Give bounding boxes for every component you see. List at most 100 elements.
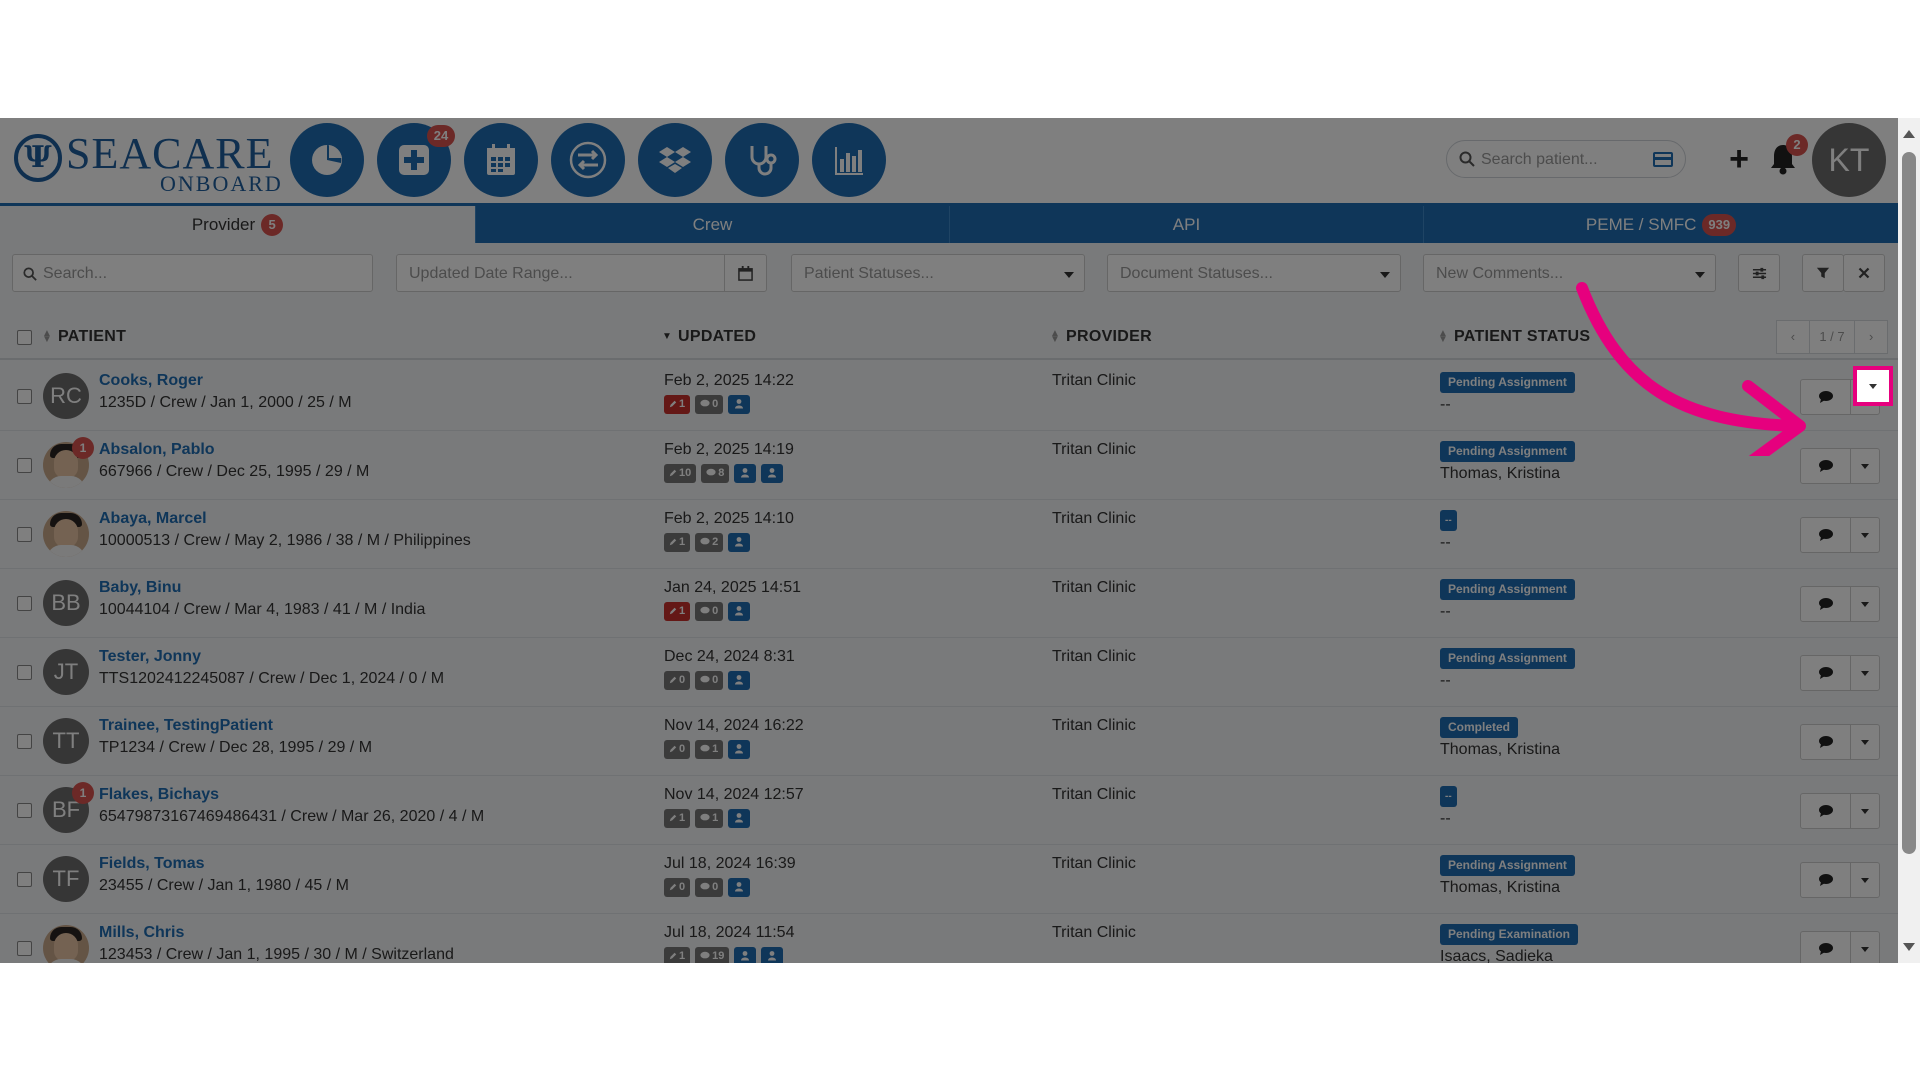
comments-chip[interactable]: 2 <box>695 533 724 552</box>
assigned-user-chip[interactable] <box>728 533 751 552</box>
comments-chip[interactable]: 0 <box>695 878 724 897</box>
row-checkbox[interactable] <box>17 803 32 818</box>
table-row[interactable]: TF Fields, Tomas 23455 / Crew / Jan 1, 198… <box>0 845 1898 914</box>
assigned-user-chip[interactable] <box>728 671 751 690</box>
message-button[interactable] <box>1801 794 1851 828</box>
comments-chip[interactable]: 0 <box>695 671 724 690</box>
nav-dropbox-button[interactable] <box>638 123 712 197</box>
table-row[interactable]: Mills, Chris 123453 / Crew / Jan 1, 1995 … <box>0 914 1898 963</box>
assigned-user-chip[interactable] <box>728 395 751 414</box>
assigned-user-chip[interactable] <box>728 809 751 828</box>
assigned-user-chip[interactable] <box>761 947 784 963</box>
row-checkbox[interactable] <box>17 458 32 473</box>
avatar[interactable]: TF <box>43 856 89 902</box>
table-row[interactable]: TT Trainee, TestingPatient TP1234 / Crew /… <box>0 707 1898 776</box>
patient-name-link[interactable]: Absalon, Pablo <box>99 441 215 459</box>
documents-chip[interactable]: 0 <box>664 878 691 897</box>
scrollbar-thumb[interactable] <box>1902 152 1916 854</box>
date-range-field[interactable]: Updated Date Range... <box>396 254 767 292</box>
row-actions-dropdown[interactable] <box>1851 587 1879 621</box>
column-header-provider[interactable]: ▲ ▼ PROVIDER <box>1050 328 1152 346</box>
patient-name-link[interactable]: Flakes, Bichays <box>99 786 219 804</box>
vertical-scrollbar[interactable] <box>1898 118 1920 963</box>
message-button[interactable] <box>1801 656 1851 690</box>
row-checkbox[interactable] <box>17 389 32 404</box>
documents-chip[interactable]: 0 <box>664 671 691 690</box>
patient-name-link[interactable]: Baby, Binu <box>99 579 181 597</box>
documents-chip[interactable]: 1 <box>664 809 691 828</box>
row-actions-dropdown[interactable] <box>1851 449 1879 483</box>
table-row[interactable]: BF 1 Flakes, Bichays 654798731674694864​31 … <box>0 776 1898 845</box>
table-row[interactable]: RC Cooks, Roger 1235D / Crew / Jan 1, 2000… <box>0 362 1898 431</box>
patient-search-box[interactable] <box>1446 140 1686 178</box>
avatar[interactable]: RC <box>43 373 89 419</box>
column-settings-button[interactable] <box>1738 254 1780 292</box>
assigned-user-chip[interactable] <box>728 602 751 621</box>
message-button[interactable] <box>1801 725 1851 759</box>
nav-calendar-button[interactable] <box>464 123 538 197</box>
assigned-user-chip[interactable] <box>734 464 757 483</box>
comments-chip[interactable]: 8 <box>701 464 730 483</box>
nav-add-record-button[interactable]: 24 <box>377 123 455 197</box>
message-button[interactable] <box>1801 380 1851 414</box>
patient-name-link[interactable]: Abaya, Marcel <box>99 510 207 528</box>
tab-crew[interactable]: Crew <box>476 206 950 243</box>
documents-chip[interactable]: 1 <box>664 395 691 414</box>
comments-chip[interactable]: 0 <box>695 395 724 414</box>
patient-name-link[interactable]: Cooks, Roger <box>99 372 203 390</box>
comments-chip[interactable]: 19 <box>695 947 730 963</box>
patient-name-link[interactable]: Mills, Chris <box>99 924 184 942</box>
patient-name-link[interactable]: Fields, Tomas <box>99 855 205 873</box>
row-checkbox[interactable] <box>17 596 32 611</box>
row-checkbox[interactable] <box>17 665 32 680</box>
documents-chip[interactable]: 0 <box>664 740 691 759</box>
table-row[interactable]: JT Tester, Jonny TTS1202412245087 / Crew /… <box>0 638 1898 707</box>
comments-chip[interactable]: 1 <box>695 809 724 828</box>
row-actions-dropdown-highlighted[interactable] <box>1853 366 1893 406</box>
new-comments-select[interactable]: New Comments... <box>1423 254 1716 292</box>
table-row[interactable]: BB Baby, Binu 10044104 / Crew / Mar 4, 198… <box>0 569 1898 638</box>
message-button[interactable] <box>1801 518 1851 552</box>
row-checkbox[interactable] <box>17 941 32 956</box>
row-actions-dropdown[interactable] <box>1851 725 1879 759</box>
row-checkbox[interactable] <box>17 527 32 542</box>
documents-chip[interactable]: 1 <box>664 947 691 963</box>
add-icon[interactable]: + <box>1724 142 1754 176</box>
clear-filters-button[interactable] <box>1843 254 1885 292</box>
patient-search-input[interactable] <box>1481 147 1641 173</box>
documents-chip[interactable]: 1 <box>664 533 691 552</box>
nav-transfer-button[interactable] <box>551 123 625 197</box>
table-row[interactable]: 1 Absalon, Pablo 667966 / Crew / Dec 25, 1… <box>0 431 1898 500</box>
scroll-up-icon[interactable] <box>1903 130 1915 138</box>
row-actions-dropdown[interactable] <box>1851 656 1879 690</box>
nav-stethoscope-button[interactable] <box>725 123 799 197</box>
tab-api[interactable]: API <box>950 206 1424 243</box>
documents-chip[interactable]: 10 <box>664 464 697 483</box>
user-avatar[interactable]: KT <box>1812 123 1886 197</box>
column-header-status[interactable]: ▲ ▼ PATIENT STATUS <box>1438 328 1590 346</box>
assigned-user-chip[interactable] <box>728 878 751 897</box>
row-actions-dropdown[interactable] <box>1851 932 1879 963</box>
row-actions-dropdown[interactable] <box>1851 518 1879 552</box>
select-all-checkbox[interactable] <box>17 330 32 345</box>
avatar[interactable] <box>43 511 89 557</box>
documents-chip[interactable]: 1 <box>664 602 691 621</box>
row-actions-dropdown[interactable] <box>1851 863 1879 897</box>
message-button[interactable] <box>1801 932 1851 963</box>
message-button[interactable] <box>1801 449 1851 483</box>
document-status-select[interactable]: Document Statuses... <box>1107 254 1401 292</box>
comments-chip[interactable]: 1 <box>695 740 724 759</box>
avatar[interactable]: BB <box>43 580 89 626</box>
avatar[interactable]: JT <box>43 649 89 695</box>
row-checkbox[interactable] <box>17 872 32 887</box>
previous-page-button[interactable]: ‹ <box>1777 321 1810 353</box>
table-search-field[interactable]: Search... <box>12 254 373 292</box>
avatar[interactable] <box>43 925 89 963</box>
row-checkbox[interactable] <box>17 734 32 749</box>
notifications-button[interactable]: 2 <box>1768 134 1808 176</box>
tab-provider[interactable]: Provider 5 <box>0 206 476 243</box>
column-header-updated[interactable]: ▼ UPDATED <box>662 328 756 346</box>
filter-button[interactable] <box>1802 254 1844 292</box>
column-header-patient[interactable]: ▲ ▼ PATIENT <box>42 328 126 346</box>
assigned-user-chip[interactable] <box>761 464 784 483</box>
